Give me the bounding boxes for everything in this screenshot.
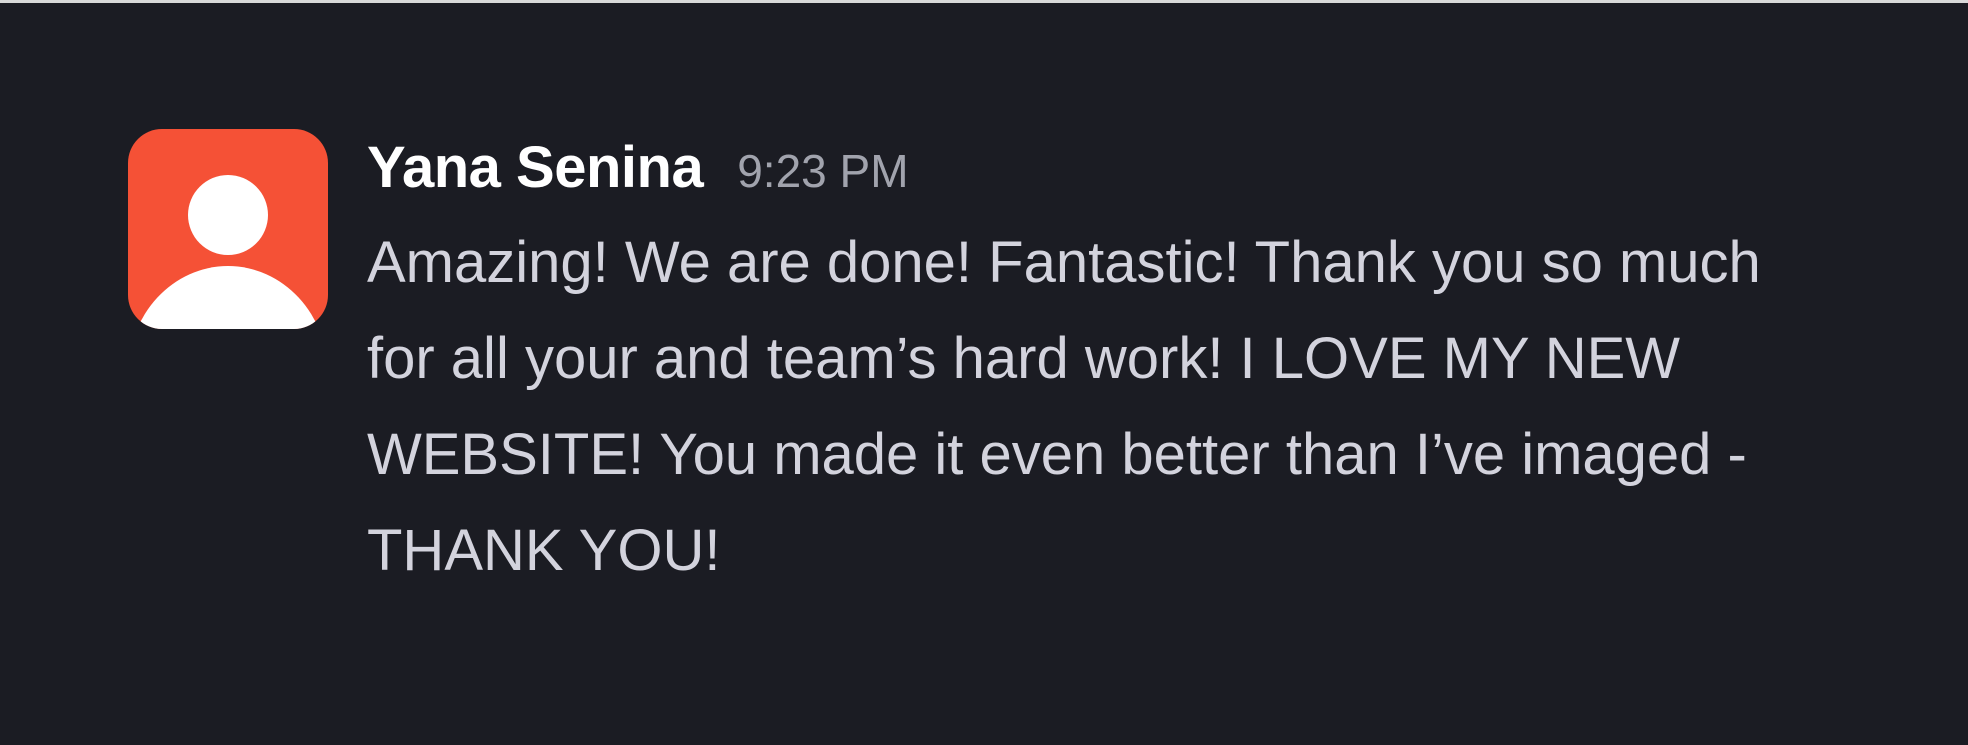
- chat-message: Yana Senina 9:23 PM Amazing! We are done…: [128, 129, 1947, 599]
- author-name[interactable]: Yana Senina: [367, 139, 704, 197]
- top-border: [0, 0, 1968, 3]
- message-content: Yana Senina 9:23 PM Amazing! We are done…: [367, 129, 1947, 599]
- message-header: Yana Senina 9:23 PM: [367, 139, 1947, 219]
- message-timestamp[interactable]: 9:23 PM: [737, 148, 908, 194]
- message-text: Amazing! We are done! Fantastic! Thank y…: [367, 230, 1761, 583]
- avatar[interactable]: [128, 129, 328, 329]
- user-silhouette-icon: [137, 175, 319, 329]
